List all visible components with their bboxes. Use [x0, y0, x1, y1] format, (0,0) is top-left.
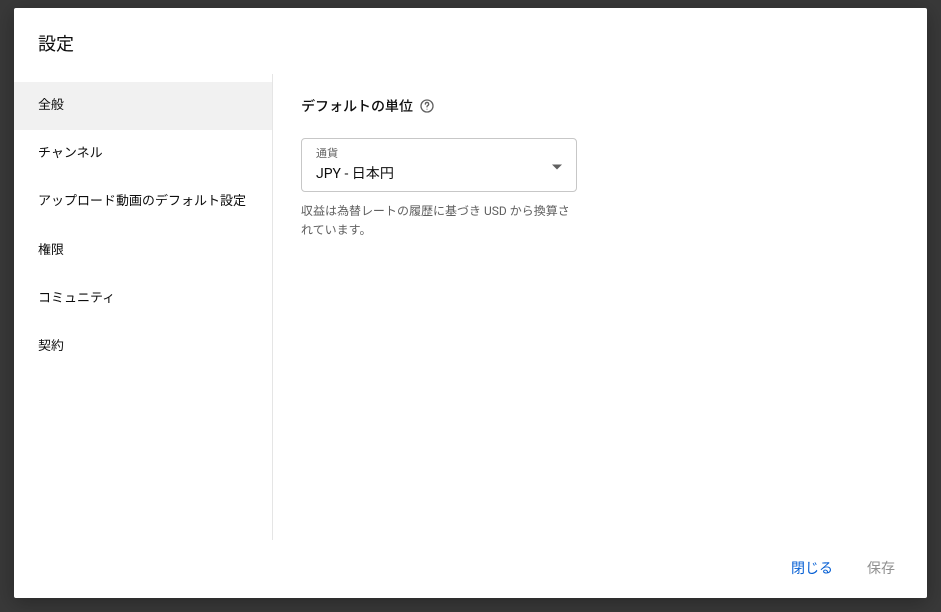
section-title-row: デフォルトの単位 [301, 96, 899, 116]
sidebar-item-general[interactable]: 全般 [14, 82, 272, 130]
currency-select[interactable]: 通貨 JPY - 日本円 [301, 138, 577, 192]
settings-content: デフォルトの単位 通貨 JPY - 日本円 [273, 74, 927, 540]
sidebar-item-label: 契約 [38, 339, 64, 354]
chevron-down-icon [552, 156, 562, 175]
settings-sidebar: 全般 チャンネル アップロード動画のデフォルト設定 権限 コミュニティ 契約 [14, 74, 273, 540]
section-title: デフォルトの単位 [301, 96, 413, 116]
modal-footer: 閉じる 保存 [14, 540, 927, 598]
sidebar-item-label: アップロード動画のデフォルト設定 [38, 194, 246, 209]
sidebar-item-label: 全般 [38, 98, 64, 113]
sidebar-item-agreements[interactable]: 契約 [14, 323, 272, 371]
sidebar-item-label: チャンネル [38, 146, 103, 161]
sidebar-item-community[interactable]: コミュニティ [14, 275, 272, 323]
help-icon[interactable] [419, 98, 435, 114]
sidebar-item-label: コミュニティ [38, 291, 115, 306]
currency-select-wrap: 通貨 JPY - 日本円 [301, 138, 577, 192]
sidebar-item-label: 権限 [38, 243, 64, 258]
modal-body: 全般 チャンネル アップロード動画のデフォルト設定 権限 コミュニティ 契約 デ… [14, 74, 927, 540]
currency-select-label: 通貨 [316, 147, 562, 160]
sidebar-item-permissions[interactable]: 権限 [14, 227, 272, 275]
currency-select-value: JPY - 日本円 [316, 163, 562, 183]
modal-title: 設定 [38, 30, 903, 56]
close-button[interactable]: 閉じる [783, 552, 841, 584]
sidebar-item-channel[interactable]: チャンネル [14, 130, 272, 178]
currency-helper-text: 収益は為替レートの履歴に基づき USD から換算されています。 [301, 202, 577, 240]
save-button[interactable]: 保存 [859, 552, 903, 584]
settings-modal: 設定 全般 チャンネル アップロード動画のデフォルト設定 権限 コミュニティ 契… [14, 8, 927, 598]
modal-header: 設定 [14, 8, 927, 74]
sidebar-item-upload-defaults[interactable]: アップロード動画のデフォルト設定 [14, 178, 272, 226]
